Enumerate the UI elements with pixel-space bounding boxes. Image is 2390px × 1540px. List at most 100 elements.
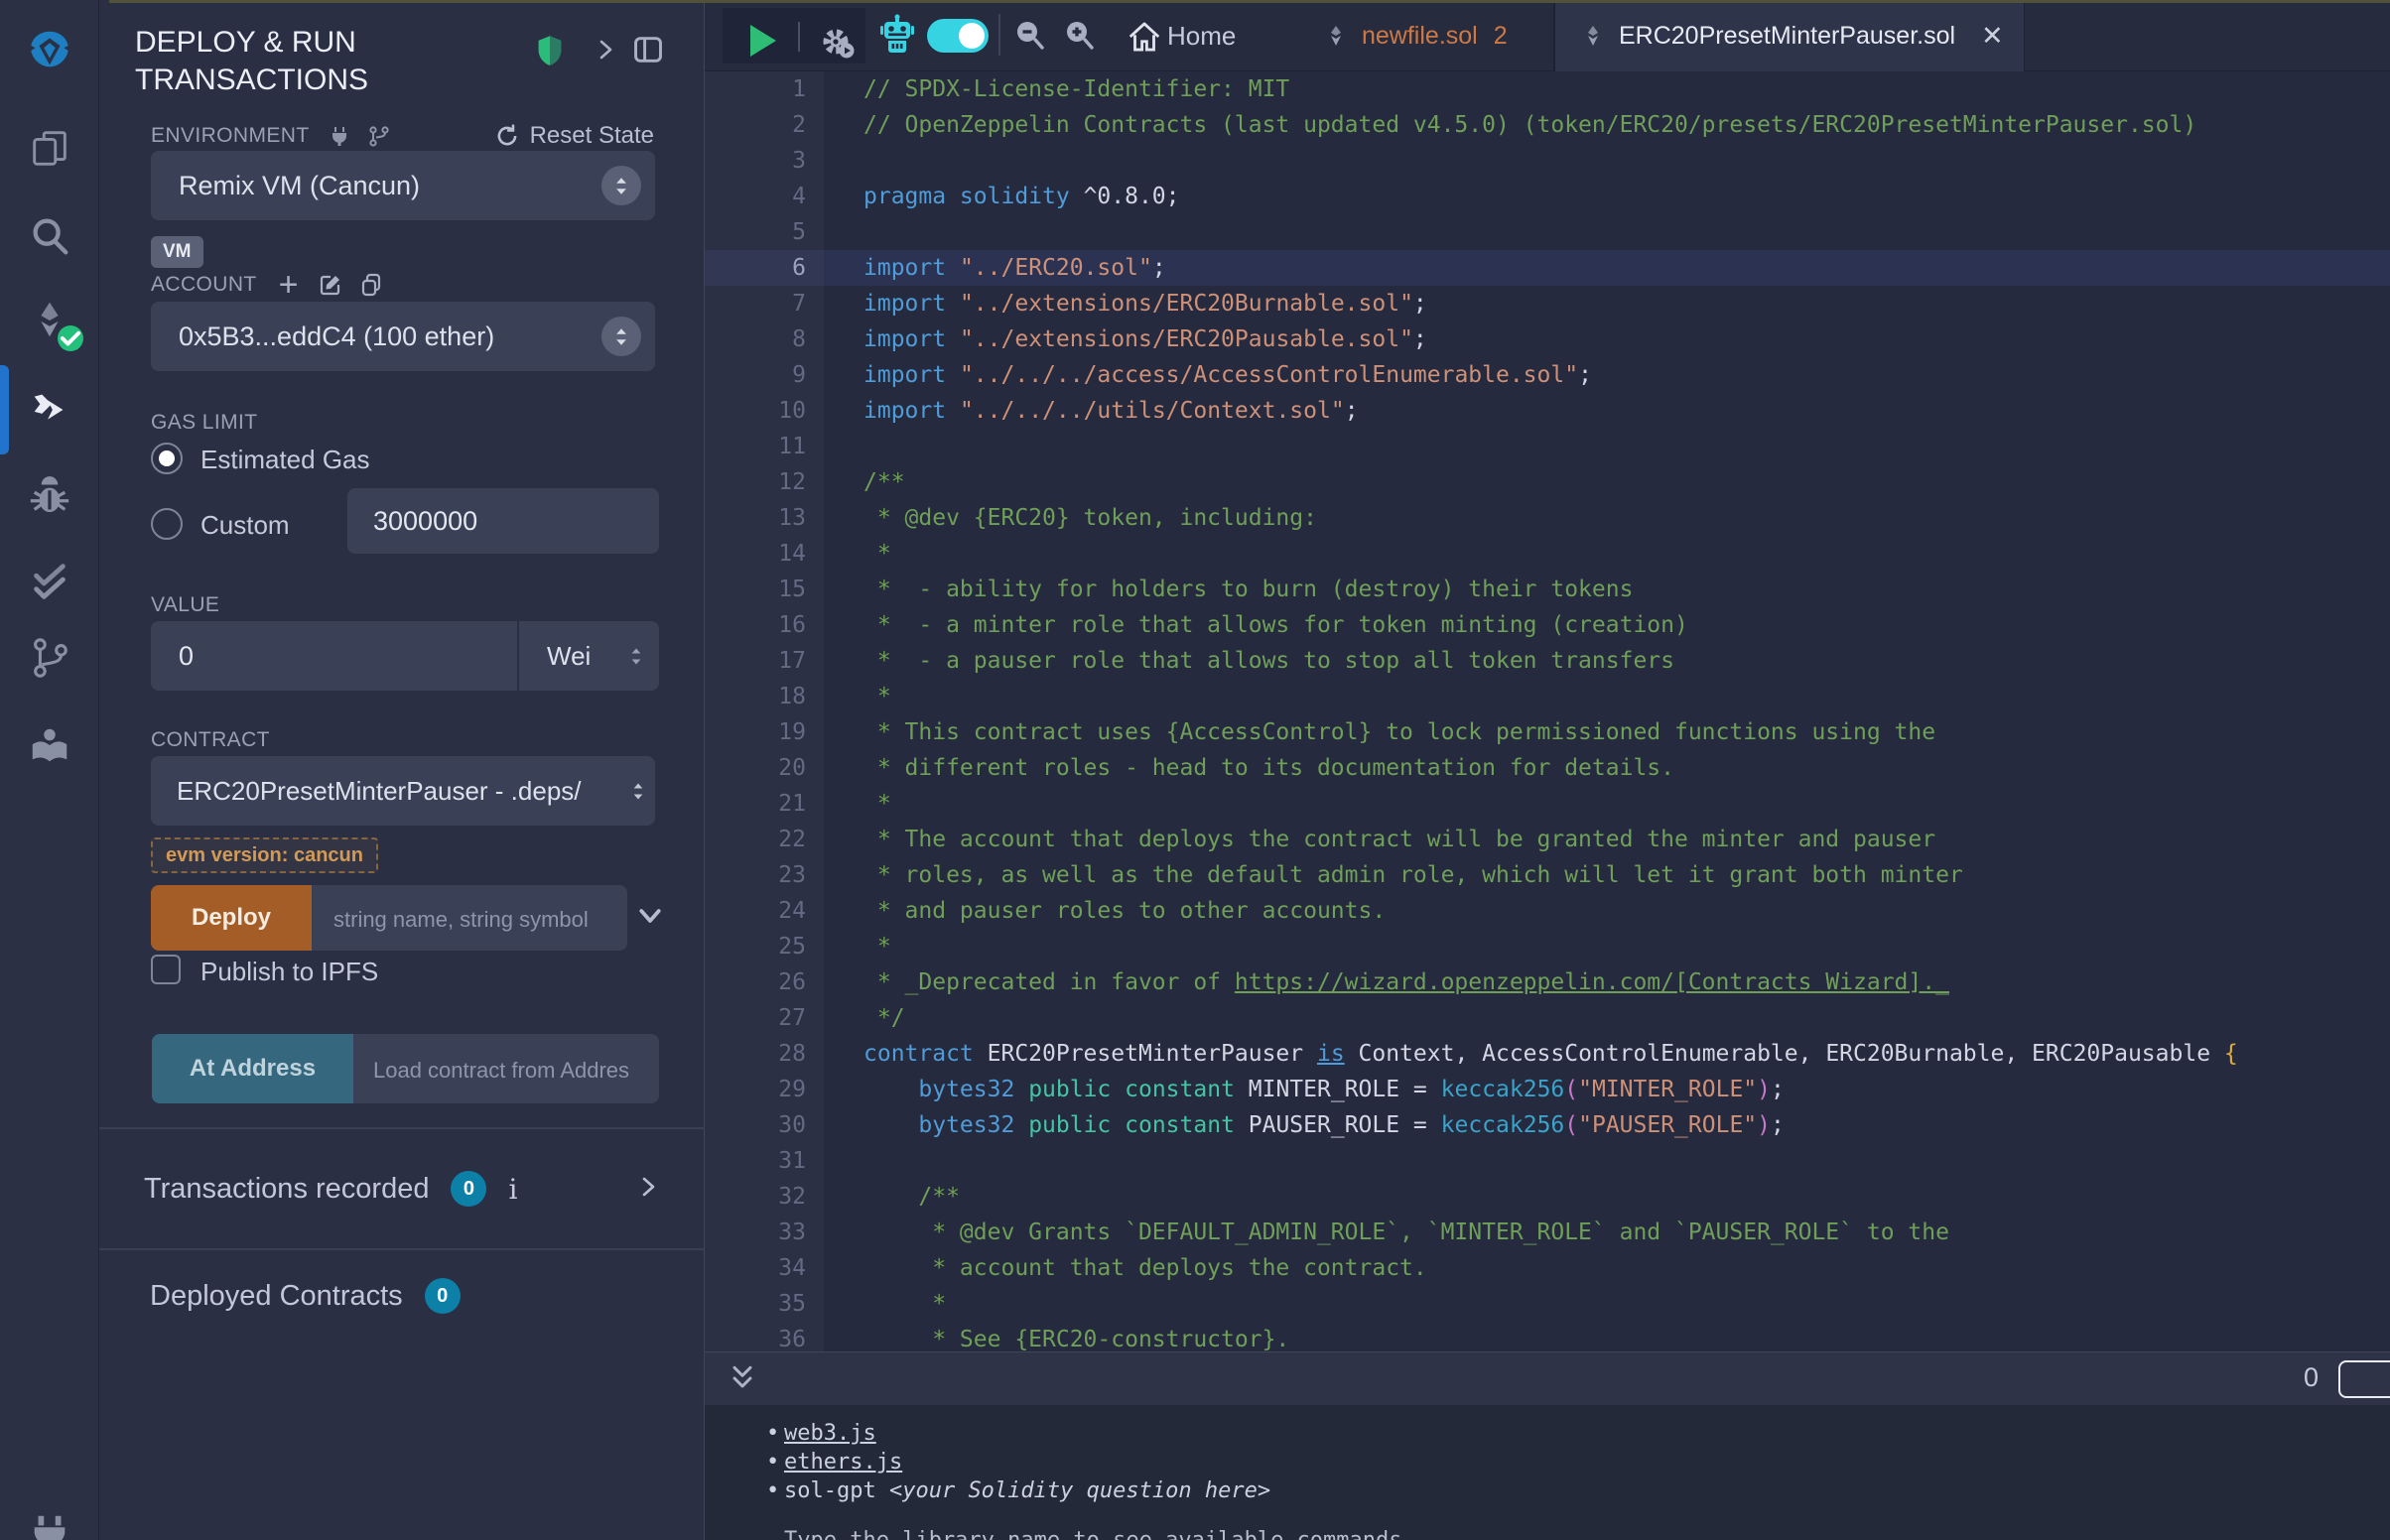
code-line[interactable]: 30 bytes32 public constant PAUSER_ROLE =… [705, 1107, 2390, 1143]
git-icon[interactable] [24, 632, 75, 684]
code-line[interactable]: 14 * [705, 536, 2390, 572]
estimated-gas-radio[interactable] [151, 443, 183, 474]
line-content: * different roles - head to its document… [824, 750, 1674, 786]
code-line[interactable]: 1// SPDX-License-Identifier: MIT [705, 71, 2390, 107]
code-line[interactable]: 36 * See {ERC20-constructor}. [705, 1322, 2390, 1351]
expand-deploy-icon[interactable] [635, 901, 665, 931]
at-address-input[interactable] [353, 1034, 659, 1103]
search-icon[interactable] [24, 210, 75, 262]
edit-account-icon[interactable] [319, 273, 342, 297]
ai-copilot-robot-icon[interactable] [875, 14, 919, 63]
code-line[interactable]: 28contract ERC20PresetMinterPauser is Co… [705, 1036, 2390, 1072]
expand-terminal-icon[interactable] [727, 1362, 758, 1399]
tab-ERC20PresetMinterPauser.sol[interactable]: ERC20PresetMinterPauser.sol✕ [1554, 0, 2025, 71]
code-line[interactable]: 26 * _Deprecated in favor of https://wiz… [705, 964, 2390, 1000]
line-content: * This contract uses {AccessControl} to … [824, 714, 1935, 750]
code-line[interactable]: 31 [705, 1143, 2390, 1179]
code-line[interactable]: 12/** [705, 464, 2390, 500]
at-address-button[interactable]: At Address [152, 1034, 353, 1103]
publish-ipfs-checkbox[interactable] [151, 955, 181, 984]
fork-icon[interactable] [367, 124, 391, 148]
home-tab[interactable]: Home [1167, 0, 1236, 71]
ai-copilot-toggle[interactable] [927, 19, 989, 53]
contract-arrows-icon [631, 782, 645, 801]
code-line[interactable]: 33 * @dev Grants `DEFAULT_ADMIN_ROLE`, `… [705, 1215, 2390, 1250]
code-line[interactable]: 29 bytes32 public constant MINTER_ROLE =… [705, 1072, 2390, 1107]
file-explorer-icon[interactable] [24, 123, 75, 175]
zoom-in-icon[interactable] [1060, 16, 1100, 61]
line-number: 24 [705, 893, 824, 929]
plugin-manager-icon[interactable] [24, 720, 75, 772]
copy-account-icon[interactable] [360, 273, 382, 297]
constructor-args-input[interactable] [312, 885, 627, 951]
code-line[interactable]: 13 * @dev {ERC20} token, including: [705, 500, 2390, 536]
code-line[interactable]: 19 * This contract uses {AccessControl} … [705, 714, 2390, 750]
terminal-link[interactable]: ethers.js [784, 1448, 902, 1476]
value-unit-select[interactable]: Wei [519, 621, 659, 691]
deploy-button[interactable]: Deploy [151, 885, 312, 951]
reset-state-button[interactable]: Reset State [494, 121, 654, 151]
code-line[interactable]: 7import "../extensions/ERC20Burnable.sol… [705, 286, 2390, 321]
deployed-contracts-row[interactable]: Deployed Contracts 0 [150, 1274, 666, 1318]
code-line[interactable]: 5 [705, 214, 2390, 250]
code-line[interactable]: 9import "../../../access/AccessControlEn… [705, 357, 2390, 393]
code-line[interactable]: 20 * different roles - head to its docum… [705, 750, 2390, 786]
line-content: * account that deploys the contract. [824, 1250, 1427, 1286]
code-line[interactable]: 22 * The account that deploys the contra… [705, 822, 2390, 857]
script-config-gear-icon[interactable] [816, 22, 860, 70]
code-line[interactable]: 25 * [705, 929, 2390, 964]
solidity-compiler-icon[interactable] [24, 294, 75, 345]
plug-icon[interactable] [328, 124, 351, 148]
contract-select[interactable]: ERC20PresetMinterPauser - .deps/ [151, 756, 655, 826]
custom-gas-radio[interactable] [151, 508, 183, 540]
account-select[interactable]: 0x5B3...eddC4 (100 ether) [151, 302, 655, 371]
code-line[interactable]: 11 [705, 429, 2390, 464]
run-script-icon[interactable] [750, 25, 776, 57]
chevron-right-icon[interactable] [594, 38, 617, 62]
shield-icon[interactable] [534, 34, 566, 65]
environment-select[interactable]: Remix VM (Cancun) [151, 151, 655, 220]
split-columns-icon[interactable] [631, 33, 665, 66]
tab-newfile.sol[interactable]: newfile.sol2 [1298, 0, 1554, 71]
code-line[interactable]: 35 * [705, 1286, 2390, 1322]
code-line[interactable]: 10import "../../../utils/Context.sol"; [705, 393, 2390, 429]
code-line[interactable]: 8import "../extensions/ERC20Pausable.sol… [705, 321, 2390, 357]
code-line[interactable]: 17 * - a pauser role that allows to stop… [705, 643, 2390, 679]
code-line[interactable]: 15 * - ability for holders to burn (dest… [705, 572, 2390, 607]
home-icon[interactable] [1126, 18, 1163, 61]
code-line[interactable]: 23 * roles, as well as the default admin… [705, 857, 2390, 893]
line-content: import "../../../access/AccessControlEnu… [824, 357, 1592, 393]
code-line[interactable]: 27 */ [705, 1000, 2390, 1036]
add-account-icon[interactable]: + [279, 272, 299, 298]
code-area[interactable]: 1// SPDX-License-Identifier: MIT2// Open… [705, 71, 2390, 1351]
expand-transactions-icon[interactable] [636, 1175, 660, 1204]
code-line[interactable]: 16 * - a minter role that allows for tok… [705, 607, 2390, 643]
code-line[interactable]: 3 [705, 143, 2390, 179]
zoom-out-icon[interactable] [1010, 16, 1050, 61]
unit-testing-icon[interactable] [24, 556, 75, 607]
info-icon[interactable]: i [508, 1173, 517, 1206]
line-number: 9 [705, 357, 824, 393]
vm-badge: VM [151, 236, 203, 268]
terminal-link[interactable]: web3.js [784, 1419, 876, 1448]
code-line[interactable]: 24 * and pauser roles to other accounts. [705, 893, 2390, 929]
remix-logo-icon[interactable] [24, 24, 75, 75]
code-line[interactable]: 32 /** [705, 1179, 2390, 1215]
line-content: * [824, 929, 891, 964]
terminal-search-box[interactable] [2338, 1360, 2390, 1398]
code-line[interactable]: 34 * account that deploys the contract. [705, 1250, 2390, 1286]
code-line[interactable]: 6import "../ERC20.sol"; [705, 250, 2390, 286]
code-line[interactable]: 21 * [705, 786, 2390, 822]
terminal-output[interactable]: Type the library name to see available c… [705, 1405, 2390, 1540]
code-line[interactable]: 18 * [705, 679, 2390, 714]
transactions-recorded-row[interactable]: Transactions recorded 0 i [144, 1167, 660, 1211]
plug-icon[interactable] [24, 1507, 75, 1540]
deploy-run-icon[interactable] [24, 384, 75, 436]
debugger-icon[interactable] [24, 470, 75, 522]
code-line[interactable]: 2// OpenZeppelin Contracts (last updated… [705, 107, 2390, 143]
custom-gas-input[interactable] [347, 488, 659, 554]
close-tab-icon[interactable]: ✕ [1981, 21, 2004, 52]
line-content: pragma solidity ^0.8.0; [824, 179, 1180, 214]
code-line[interactable]: 4pragma solidity ^0.8.0; [705, 179, 2390, 214]
value-input[interactable] [151, 621, 517, 691]
